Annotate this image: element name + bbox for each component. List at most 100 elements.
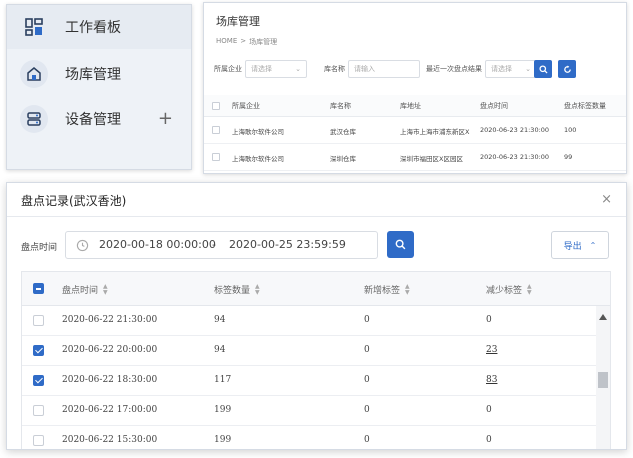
warehouse-name-input[interactable]: 请输入 [348, 60, 420, 78]
cell-warehouse: 深圳仓库 [330, 155, 356, 163]
table-row[interactable]: 上海歌尔软件公司 深圳仓库 深圳市福田区X区园区 2020-06-23 21:3… [204, 144, 626, 171]
column-header-added[interactable]: 新增标签 ▲ ▼ [364, 283, 410, 296]
cell-address: 上海市上海市浦东新区X [400, 128, 470, 136]
row-checkbox[interactable] [33, 345, 44, 356]
expand-plus-icon[interactable]: + [158, 110, 173, 128]
sidebar-nav: 工作看板 场库管理 设备管理 + [6, 4, 192, 170]
table-row[interactable]: 2020-06-22 20:00:00 94 0 23 [22, 336, 598, 366]
select-all-checkbox[interactable] [212, 102, 220, 110]
refresh-icon [563, 64, 571, 73]
cell-address: 深圳市福田区X区园区 [400, 155, 463, 163]
table-row[interactable]: 2020-06-22 21:30:00 94 0 0 [22, 306, 598, 336]
dashboard-icon [22, 15, 46, 39]
sort-icon: ▲ ▼ [527, 282, 532, 296]
sidebar-item-warehouse[interactable]: 场库管理 [7, 52, 191, 96]
cell-time: 2020-06-22 20:00:00 [62, 345, 158, 355]
cell-time: 2020-06-23 21:30:00 [480, 126, 550, 134]
cell-added: 0 [364, 405, 370, 415]
range-separator: - [212, 238, 216, 251]
column-header-count[interactable]: 标签数量 ▲ ▼ [214, 283, 260, 296]
cell-count: 199 [214, 435, 232, 445]
server-icon [20, 105, 48, 133]
breadcrumb-home[interactable]: HOME [216, 37, 237, 47]
sort-icon: ▲ ▼ [405, 282, 410, 296]
column-header-reduced[interactable]: 减少标签 ▲ ▼ [486, 283, 532, 296]
select-all-checkbox[interactable] [33, 283, 44, 294]
breadcrumb: HOME > 场库管理 [216, 37, 277, 47]
records-table-header: 盘点时间 ▲ ▼ 标签数量 ▲ ▼ 新增标签 ▲ ▼ 减少标签 ▲ ▼ [22, 272, 610, 306]
sidebar-item-label: 设备管理 [65, 112, 121, 128]
date-range-picker[interactable]: 2020-00-18 00:00:00 - 2020-00-25 23:59:5… [65, 231, 378, 259]
cell-added: 0 [364, 375, 370, 385]
chevron-up-icon: ⌃ [589, 240, 597, 250]
cell-count: 117 [214, 375, 232, 385]
scrollbar-thumb[interactable] [598, 372, 608, 388]
row-checkbox[interactable] [212, 153, 220, 161]
cell-time: 2020-06-22 21:30:00 [62, 315, 158, 325]
filter-label: 所属企业 [214, 65, 242, 73]
export-button[interactable]: 导出 ⌃ [551, 231, 609, 259]
search-icon [395, 239, 406, 250]
cell-reduced: 0 [486, 435, 492, 445]
column-header[interactable]: 盘点时间 [480, 101, 508, 111]
scroll-up-arrow-icon[interactable] [599, 314, 607, 320]
records-table: 盘点时间 ▲ ▼ 标签数量 ▲ ▼ 新增标签 ▲ ▼ 减少标签 ▲ ▼ 2020-06-22 2… [21, 271, 611, 449]
table-row[interactable]: 2020-06-22 18:30:00 117 0 83 [22, 366, 598, 396]
close-icon[interactable]: × [601, 192, 612, 207]
cell-time: 2020-06-23 21:30:00 [480, 153, 550, 161]
site-table-header: 所属企业 库名称 库地址 盘点时间 盘点标签数量 [204, 95, 626, 117]
cell-count: 99 [564, 153, 573, 161]
table-row[interactable]: 上海歌尔软件公司 武汉仓库 上海市上海市浦东新区X 2020-06-23 21:… [204, 117, 626, 144]
cell-reduced-link[interactable]: 83 [486, 375, 497, 385]
row-checkbox[interactable] [212, 126, 220, 134]
cell-company: 上海歌尔软件公司 [232, 155, 284, 163]
cell-count: 94 [214, 345, 226, 355]
site-management-panel: 场库管理 HOME > 场库管理 所属企业 请选择 ⌄ 库名称 请输入 最近一次… [203, 2, 627, 174]
chevron-down-icon: ⌄ [295, 65, 301, 73]
export-label: 导出 [563, 241, 582, 252]
company-select[interactable]: 请选择 ⌄ [245, 60, 307, 78]
sidebar-item-label: 场库管理 [65, 67, 121, 83]
cell-time: 2020-06-22 15:30:00 [62, 435, 158, 445]
column-header[interactable]: 盘点标签数量 [564, 101, 606, 111]
cell-warehouse: 武汉仓库 [330, 128, 356, 136]
column-header[interactable]: 库地址 [400, 101, 421, 111]
table-scrollbar[interactable] [596, 306, 610, 449]
row-checkbox[interactable] [33, 405, 44, 416]
range-start[interactable]: 2020-00-18 00:00:00 [99, 238, 216, 251]
sidebar-item-devices[interactable]: 设备管理 + [7, 97, 191, 141]
clock-icon [76, 239, 89, 252]
modal-title: 盘点记录(武汉香池) [21, 194, 127, 208]
filter-label: 库名称 [324, 65, 345, 73]
table-row[interactable]: 2020-06-22 17:00:00 199 0 0 [22, 396, 598, 426]
search-button[interactable] [387, 231, 414, 258]
reset-button[interactable] [558, 60, 576, 78]
row-checkbox[interactable] [33, 315, 44, 326]
page-title: 场库管理 [216, 15, 260, 28]
cell-count: 100 [564, 126, 577, 134]
breadcrumb-separator: > [240, 37, 247, 45]
search-button[interactable] [534, 60, 552, 78]
filter-label: 盘点时间 [21, 243, 58, 253]
sort-icon: ▲ ▼ [255, 282, 260, 296]
chevron-down-icon: ⌄ [525, 65, 531, 73]
range-end[interactable]: 2020-00-25 23:59:59 [229, 238, 346, 251]
warehouse-icon [20, 60, 48, 88]
cell-reduced-link[interactable]: 23 [486, 345, 497, 355]
column-header[interactable]: 所属企业 [232, 101, 260, 111]
row-checkbox[interactable] [33, 435, 44, 446]
table-row[interactable]: 2020-06-22 15:30:00 199 0 0 [22, 426, 598, 449]
row-checkbox[interactable] [33, 375, 44, 386]
last-result-select[interactable]: 请选择 ⌄ [485, 60, 537, 78]
column-header-time[interactable]: 盘点时间 ▲ ▼ [62, 283, 108, 296]
cell-time: 2020-06-22 18:30:00 [62, 375, 158, 385]
filter-last-result: 最近一次盘点结果 请选择 ⌄ [426, 60, 537, 78]
column-header[interactable]: 库名称 [330, 101, 351, 111]
cell-reduced: 0 [486, 315, 492, 325]
cell-reduced: 0 [486, 405, 492, 415]
sidebar-item-dashboard[interactable]: 工作看板 [7, 5, 191, 49]
cell-added: 0 [364, 345, 370, 355]
cell-added: 0 [364, 315, 370, 325]
sort-icon: ▲ ▼ [103, 282, 108, 296]
modal-header: 盘点记录(武汉香池) × [7, 183, 626, 217]
